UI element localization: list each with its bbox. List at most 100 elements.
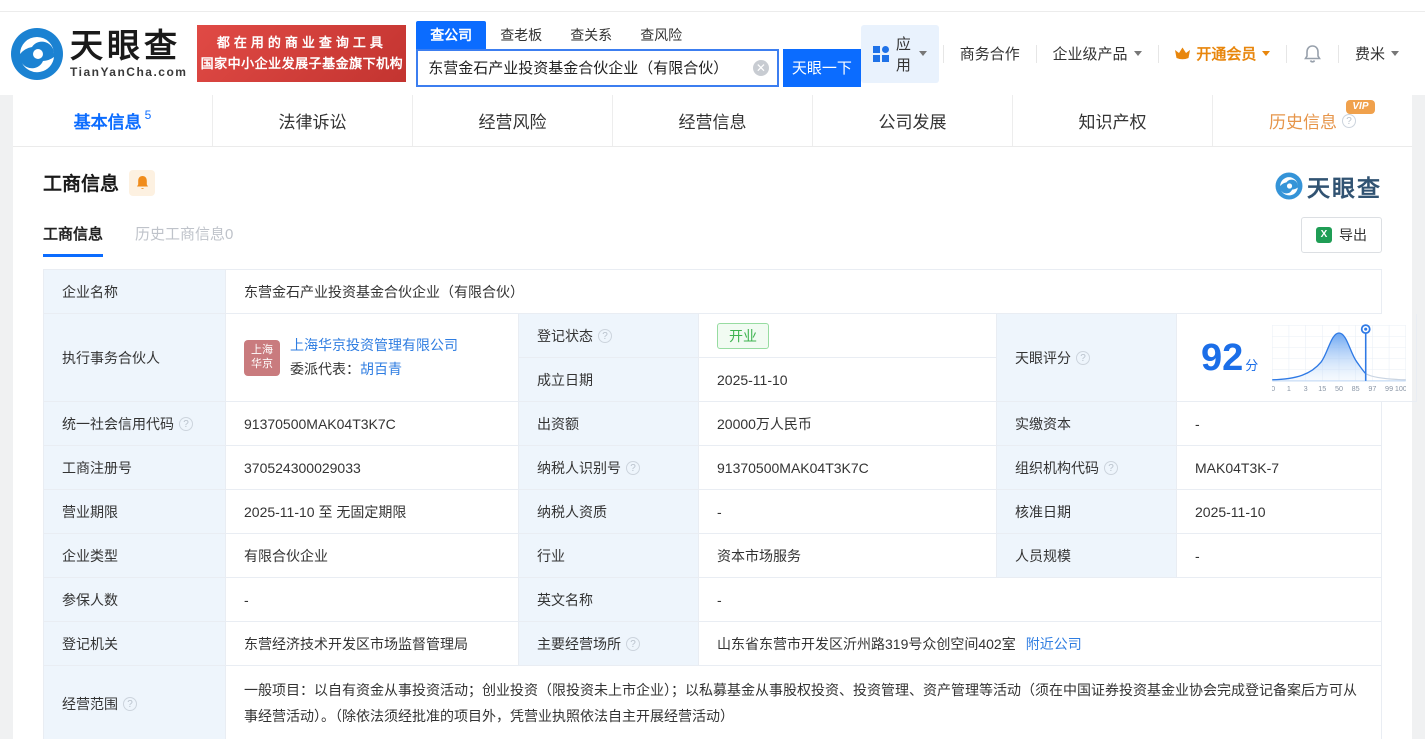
table-row: 统一社会信用代码? 91370500MAK04T3K7C 出资额 20000万人…	[44, 402, 1382, 446]
svg-text:100: 100	[1395, 384, 1406, 392]
apps-menu[interactable]: 应用	[861, 25, 939, 83]
subtab-business-info[interactable]: 工商信息	[43, 223, 103, 257]
value-org-code: MAK04T3K-7	[1177, 446, 1382, 490]
nearby-companies-link[interactable]: 附近公司	[1026, 634, 1082, 654]
label-executive-partner: 执行事务合伙人	[44, 314, 226, 402]
label-company-type: 企业类型	[44, 534, 226, 578]
partner-avatar[interactable]: 上海 华京	[244, 340, 280, 376]
label-org-code: 组织机构代码?	[997, 446, 1177, 490]
tianyancha-logo[interactable]: 天眼查 TianYanCha.com	[10, 27, 187, 81]
rep-label: 委派代表：	[290, 361, 360, 377]
chevron-down-icon	[1134, 51, 1142, 56]
chevron-down-icon	[919, 51, 927, 56]
value-staff-size: -	[1177, 534, 1382, 578]
nav-enterprise-products[interactable]: 企业级产品	[1041, 43, 1154, 64]
value-business-term: 2025-11-10 至 无固定期限	[226, 490, 519, 534]
status-badge: 开业	[717, 323, 769, 349]
value-industry: 资本市场服务	[699, 534, 997, 578]
svg-text:15: 15	[1319, 384, 1327, 392]
tab-intellectual-property[interactable]: 知识产权	[1012, 95, 1212, 146]
field-label: 纳税人识别号	[537, 458, 621, 478]
table-row: 执行事务合伙人 上海 华京 上海华京投资管理有限公司 委派代表：胡百青 登记状态…	[44, 314, 1382, 402]
label-credit-code: 统一社会信用代码?	[44, 402, 226, 446]
label-registration-status: 登记状态?	[519, 314, 699, 358]
search-tabs: 查公司 查老板 查关系 查风险	[416, 21, 861, 49]
tab-label: 基本信息	[74, 108, 142, 133]
value-credit-code: 91370500MAK04T3K7C	[226, 402, 519, 446]
field-label: 主要经营场所	[537, 634, 621, 654]
help-icon[interactable]: ?	[1076, 351, 1090, 365]
help-icon[interactable]: ?	[626, 637, 640, 651]
help-icon[interactable]: ?	[123, 697, 137, 711]
table-row: 参保人数 - 英文名称 -	[44, 578, 1382, 622]
help-icon[interactable]: ?	[626, 461, 640, 475]
svg-text:1: 1	[1287, 384, 1291, 392]
value-taxpayer-qualification: -	[699, 490, 997, 534]
tab-operating-risk[interactable]: 经营风险	[412, 95, 612, 146]
notification-bell-icon[interactable]	[1291, 44, 1334, 64]
value-approval-date: 2025-11-10	[1177, 490, 1382, 534]
tianyancha-logo-icon	[10, 27, 64, 81]
svg-text:97: 97	[1369, 384, 1377, 392]
apps-label: 应用	[896, 33, 913, 75]
label-insured-count: 参保人数	[44, 578, 226, 622]
company-detail-card: 基本信息5 法律诉讼 经营风险 经营信息 公司发展 知识产权 VIP 历史信息 …	[13, 95, 1412, 739]
value-paid-capital: -	[1177, 402, 1382, 446]
watermark-logo-icon	[1275, 172, 1303, 200]
table-row: 登记状态? 开业	[519, 314, 997, 358]
tab-company-development[interactable]: 公司发展	[812, 95, 1012, 146]
export-button[interactable]: X 导出	[1301, 217, 1382, 253]
help-icon[interactable]: ?	[1342, 114, 1356, 128]
nav-business-cooperation[interactable]: 商务合作	[948, 43, 1032, 64]
top-strip	[0, 0, 1425, 12]
banner-line1: 都在用的商业查询工具	[217, 33, 387, 54]
value-capital: 20000万人民币	[699, 402, 997, 446]
field-label: 统一社会信用代码	[62, 414, 174, 434]
tab-basic-info[interactable]: 基本信息5	[13, 95, 212, 146]
chevron-down-icon	[1391, 51, 1399, 56]
tab-label: 公司发展	[879, 108, 947, 133]
label-paid-capital: 实缴资本	[997, 402, 1177, 446]
help-icon[interactable]: ?	[179, 417, 193, 431]
tab-legal-proceedings[interactable]: 法律诉讼	[212, 95, 412, 146]
search-button[interactable]: 天眼一下	[783, 49, 861, 87]
value-business-scope: 一般项目：以自有资金从事投资活动；创业投资（限投资未上市企业）；以私募基金从事股…	[226, 666, 1382, 739]
divider	[1338, 45, 1339, 63]
top-nav: 应用 商务合作 企业级产品 开通会员 费米	[861, 25, 1411, 83]
divider	[1286, 45, 1287, 63]
field-label: 天眼评分	[1015, 348, 1071, 368]
user-menu[interactable]: 费米	[1343, 43, 1411, 64]
monitor-bell-icon[interactable]	[129, 170, 155, 196]
subtab-history-business-info[interactable]: 历史工商信息0	[135, 223, 233, 257]
label-capital: 出资额	[519, 402, 699, 446]
field-label: 组织机构代码	[1015, 458, 1099, 478]
value-taxpayer-id: 91370500MAK04T3K7C	[699, 446, 997, 490]
search-tab-boss[interactable]: 查老板	[486, 21, 556, 49]
search-tab-risk[interactable]: 查风险	[626, 21, 696, 49]
address-text: 山东省东营市开发区沂州路319号众创空间402室	[717, 634, 1016, 654]
avatar-line2: 华京	[251, 358, 273, 372]
chevron-down-icon	[1262, 51, 1270, 56]
value-tianyan-score: 92 分	[1177, 314, 1417, 402]
search-input[interactable]	[416, 49, 779, 87]
label-registration-number: 工商注册号	[44, 446, 226, 490]
clear-search-icon[interactable]: ✕	[753, 60, 769, 76]
field-label: 登记状态	[537, 326, 593, 346]
logo-brand: 天眼查	[70, 29, 187, 62]
subtab-label: 历史工商信息	[135, 226, 225, 243]
value-english-name: -	[699, 578, 1382, 622]
label-establish-date: 成立日期	[519, 358, 699, 402]
nav-open-vip[interactable]: 开通会员	[1162, 43, 1282, 64]
search-tab-relation[interactable]: 查关系	[556, 21, 626, 49]
export-label: 导出	[1339, 225, 1367, 245]
table-row: 经营范围? 一般项目：以自有资金从事投资活动；创业投资（限投资未上市企业）；以私…	[44, 666, 1382, 739]
table-row: 企业类型 有限合伙企业 行业 资本市场服务 人员规模 -	[44, 534, 1382, 578]
tab-history-info[interactable]: VIP 历史信息 ?	[1212, 95, 1412, 146]
partner-company-link[interactable]: 上海华京投资管理有限公司	[290, 334, 458, 358]
help-icon[interactable]: ?	[598, 329, 612, 343]
search-tab-company[interactable]: 查公司	[416, 21, 486, 49]
rep-name-link[interactable]: 胡百青	[360, 361, 402, 377]
help-icon[interactable]: ?	[1104, 461, 1118, 475]
tab-operating-info[interactable]: 经营信息	[612, 95, 812, 146]
value-registration-status: 开业	[699, 314, 997, 358]
